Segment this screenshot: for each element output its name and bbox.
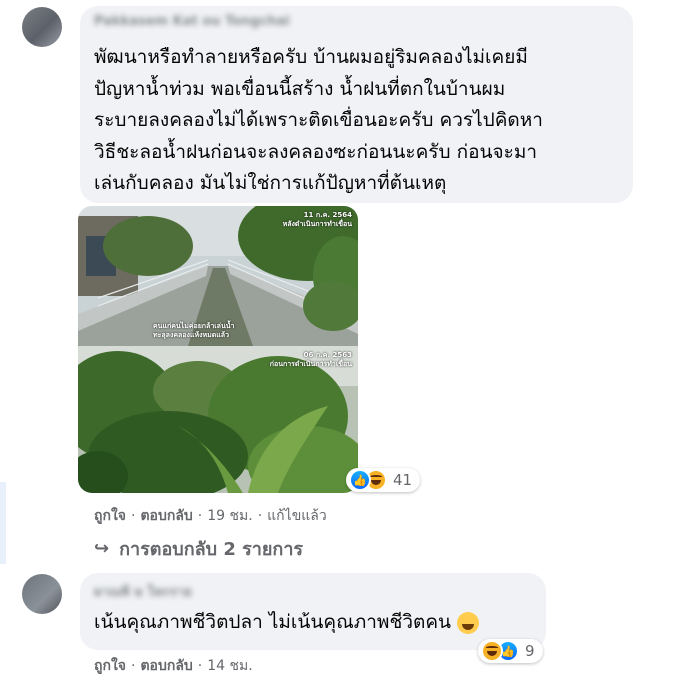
reply-arrow-icon: ↪ — [94, 538, 110, 559]
comment-actions: ถูกใจ · ตอบกลับ · 14 ชม. — [94, 655, 253, 677]
view-replies-label: การตอบกลับ 2 รายการ — [119, 539, 304, 560]
comment-photo-after[interactable]: 11 ก.ค. 2564 หลังดำเนินการทำเขื่อน คนแก่… — [78, 206, 358, 346]
comment-text-line: พัฒนาหรือทำลายหรือครับ บ้านผมอยู่ริมคลอง… — [94, 46, 528, 68]
view-replies-link[interactable]: ↪ การตอบกลับ 2 รายการ — [94, 534, 303, 563]
like-icon: 👍 — [349, 469, 371, 491]
reaction-count: 9 — [525, 642, 535, 660]
reply-button[interactable]: ตอบกลับ — [140, 508, 192, 524]
comment-author[interactable]: Pakkasem Kat ou Tongchai — [94, 14, 290, 29]
comment-text: เน้นคุณภาพชีวิตปลา ไม่เน้นคุณภาพชีวิตคน — [94, 607, 480, 639]
haha-icon — [481, 640, 503, 662]
timestamp[interactable]: 19 ชม. — [207, 508, 252, 524]
comment-bubble: Pakkasem Kat ou Tongchai พัฒนาหรือทำลายห… — [80, 6, 633, 203]
photo-date-stamp: 06 ก.ค. 2563 ก่อนการดำเนินการทำเขื่อน — [269, 351, 352, 368]
timestamp[interactable]: 14 ชม. — [207, 658, 252, 674]
comment-author[interactable]: ผาณพี ษ ใหกราย — [94, 581, 192, 602]
like-button[interactable]: ถูกใจ — [94, 508, 126, 524]
photo-caption: คนแก่คนไม่ค่อยกล้าเล่นน้ำ ทะลุลงคลองแห้ง… — [153, 322, 235, 339]
reaction-summary[interactable]: 👍 9 — [478, 639, 543, 663]
comment-text-line: ปัญหาน้ำท่วม พอเขื่อนนี้สร้าง น้ำฝนที่ตก… — [94, 77, 506, 100]
comment-text-line: เล่นกับคลอง มันไม่ใช่การแก้ปัญหาที่ต้นเห… — [94, 172, 447, 194]
separator-dot: · — [197, 508, 203, 524]
separator-dot: · — [257, 508, 263, 524]
photo-date-stamp: 11 ก.ค. 2564 หลังดำเนินการทำเขื่อน — [282, 211, 352, 228]
comment-text-line: เน้นคุณภาพชีวิตปลา ไม่เน้นคุณภาพชีวิตคน — [94, 611, 452, 633]
thread-line — [0, 482, 6, 564]
avatar[interactable] — [22, 7, 62, 47]
comment-photo-before[interactable]: 06 ก.ค. 2563 ก่อนการดำเนินการทำเขื่อน — [78, 346, 358, 493]
separator-dot: · — [131, 658, 136, 674]
reply-button[interactable]: ตอบกลับ — [140, 658, 192, 674]
comment-bubble: ผาณพี ษ ใหกราย เน้นคุณภาพชีวิตปลา ไม่เน้… — [80, 573, 546, 650]
comment-text: พัฒนาหรือทำลายหรือครับ บ้านผมอยู่ริมคลอง… — [94, 42, 543, 200]
like-button[interactable]: ถูกใจ — [94, 658, 126, 674]
edited-label[interactable]: แก้ไขแล้ว — [267, 508, 327, 524]
rofl-emoji-icon — [457, 611, 480, 634]
reaction-summary[interactable]: 👍 41 — [346, 468, 421, 492]
comment-actions: ถูกใจ · ตอบกลับ · 19 ชม. · แก้ไขแล้ว — [94, 505, 327, 527]
separator-dot: · — [197, 658, 203, 674]
comment-text-line: ระบายลงคลองไม่ได้เพราะติดเขื่อนอะครับ คว… — [94, 109, 543, 131]
avatar[interactable] — [22, 574, 62, 614]
reaction-count: 41 — [393, 471, 413, 489]
comment-text-line: วิธีชะลอน้ำฝนก่อนจะลงคลองซะก่อนนะครับ ก่… — [94, 140, 538, 163]
separator-dot: · — [131, 508, 136, 524]
